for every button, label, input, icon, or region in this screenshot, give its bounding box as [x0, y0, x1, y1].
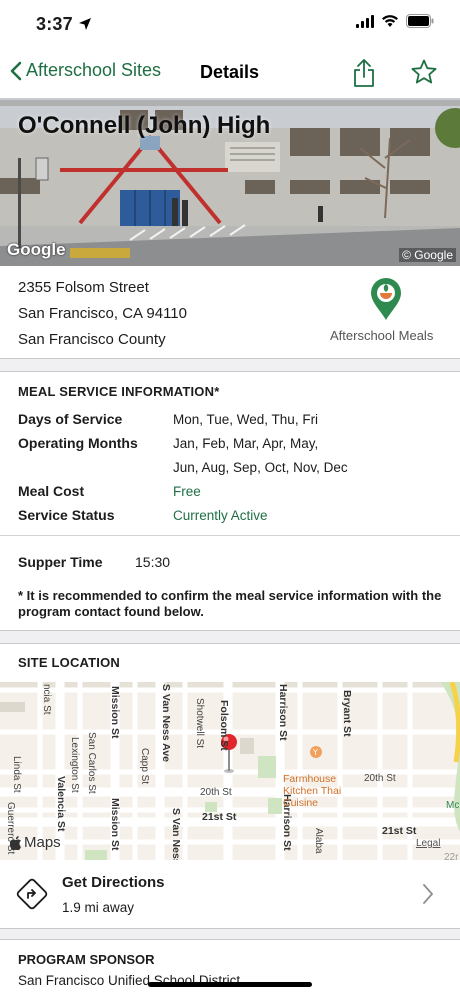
months-value-line2: Jun, Aug, Sep, Oct, Nov, Dec [173, 460, 348, 475]
page-title: Details [200, 62, 260, 82]
share-icon[interactable] [352, 58, 376, 88]
days-value: Mon, Tue, Wed, Thu, Fri [173, 412, 319, 427]
program-sponsor-heading: PROGRAM SPONSOR [18, 952, 155, 967]
street-label-ncia: ncia St [41, 684, 52, 715]
apple-logo-icon [10, 835, 21, 850]
months-value-line1: Jan, Feb, Mar, Apr, May, [173, 436, 319, 451]
months-label: Operating Months [18, 435, 138, 451]
divider [0, 535, 460, 536]
favorite-star-icon[interactable] [410, 58, 438, 86]
poi-name-line3: Cuisine [283, 797, 319, 809]
location-arrow-icon [79, 18, 91, 30]
street-label-21st-right: 21st St [382, 825, 417, 837]
street-label-folsom: Folsom St [218, 700, 230, 751]
street-label-mission-top: Mission St [109, 686, 121, 739]
site-location-heading: SITE LOCATION [18, 655, 121, 670]
google-copyright: © Google [399, 248, 456, 262]
poi-farmhouse-kitchen[interactable]: Farmhouse Kitchen Thai Cuisine [283, 773, 341, 809]
street-label-shotwell: Shotwell St [194, 698, 205, 749]
site-name: O'Connell (John) High [18, 112, 271, 139]
meal-cost-value: Free [173, 484, 201, 499]
street-label-van-ness-top: S Van Ness Ave [160, 684, 172, 763]
street-label-san-carlos: San Carlos St [86, 732, 97, 794]
address-county: San Francisco County [18, 331, 166, 348]
street-label-lexington: Lexington St [69, 737, 80, 793]
address-city: San Francisco, CA 94110 [18, 305, 187, 322]
apple-maps-logo: Maps [10, 834, 61, 851]
poi-name-line1: Farmhouse [283, 773, 337, 785]
directions-icon [16, 878, 48, 910]
svg-text:Y: Y [312, 748, 318, 757]
street-label-mission-bottom: Mission St [109, 798, 121, 851]
street-label-bryant: Bryant St [341, 690, 353, 737]
maps-logo-text: Maps [24, 834, 61, 851]
site-location-map[interactable]: Y ncia St Valencia St Linda St Guerrero … [0, 682, 460, 860]
chevron-left-icon [10, 61, 22, 80]
days-label: Days of Service [18, 411, 123, 427]
chevron-right-icon [423, 884, 433, 904]
section-separator [0, 630, 460, 644]
status-indicators [356, 14, 434, 28]
street-label-alabama: Alaba [313, 828, 324, 854]
back-button-label: Afterschool Sites [26, 60, 162, 80]
service-status-label: Service Status [18, 507, 115, 523]
navigation-bar: Afterschool Sites Details [0, 48, 460, 98]
map-legal-link[interactable]: Legal [416, 838, 440, 849]
meal-info-heading: MEAL SERVICE INFORMATION* [18, 384, 220, 399]
street-label-valencia: Valencia St [55, 776, 67, 832]
home-indicator[interactable] [148, 982, 312, 987]
section-separator [0, 358, 460, 372]
address-street: 2355 Folsom Street [18, 279, 149, 296]
afterschool-meals-icon [371, 278, 401, 320]
street-label-20th-right: 20th St [364, 773, 396, 784]
street-label-harrison-top: Harrison St [277, 684, 289, 741]
directions-title: Get Directions [62, 874, 165, 891]
battery-icon [406, 14, 434, 28]
street-label-capp: Capp St [139, 748, 150, 785]
supper-time-value: 15:30 [135, 554, 171, 570]
meal-cost-label: Meal Cost [18, 483, 85, 499]
directions-distance: 1.9 mi away [62, 900, 135, 915]
service-status-value: Currently Active [173, 508, 268, 523]
map-label-22nd: 22r [444, 852, 459, 860]
poi-name-line2: Kitchen Thai [283, 785, 342, 797]
confirmation-note: * It is recommended to confirm the meal … [18, 588, 442, 619]
street-label-linda: Linda St [11, 756, 22, 793]
wifi-icon [382, 15, 398, 27]
status-time: 3:37 [36, 14, 73, 34]
street-label-20th-left: 20th St [200, 787, 232, 798]
map-label-mc: Mc [446, 800, 460, 811]
street-label-21st-left: 21st St [202, 811, 237, 823]
street-view-image[interactable]: O'Connell (John) High Google © Google [0, 98, 460, 266]
back-button[interactable]: Afterschool Sites [10, 60, 161, 81]
cellular-signal-icon [356, 14, 374, 28]
get-directions-row[interactable]: Get Directions 1.9 mi away [0, 860, 460, 928]
status-bar: 3:37 [0, 0, 460, 48]
supper-time-label: Supper Time [18, 554, 103, 570]
section-separator [0, 928, 460, 940]
google-logo: Google [7, 240, 66, 259]
address-section: 2355 Folsom Street San Francisco, CA 941… [0, 266, 460, 358]
program-label: Afterschool Meals [330, 328, 434, 343]
street-label-van-ness-bottom: S Van Ness [170, 808, 182, 860]
